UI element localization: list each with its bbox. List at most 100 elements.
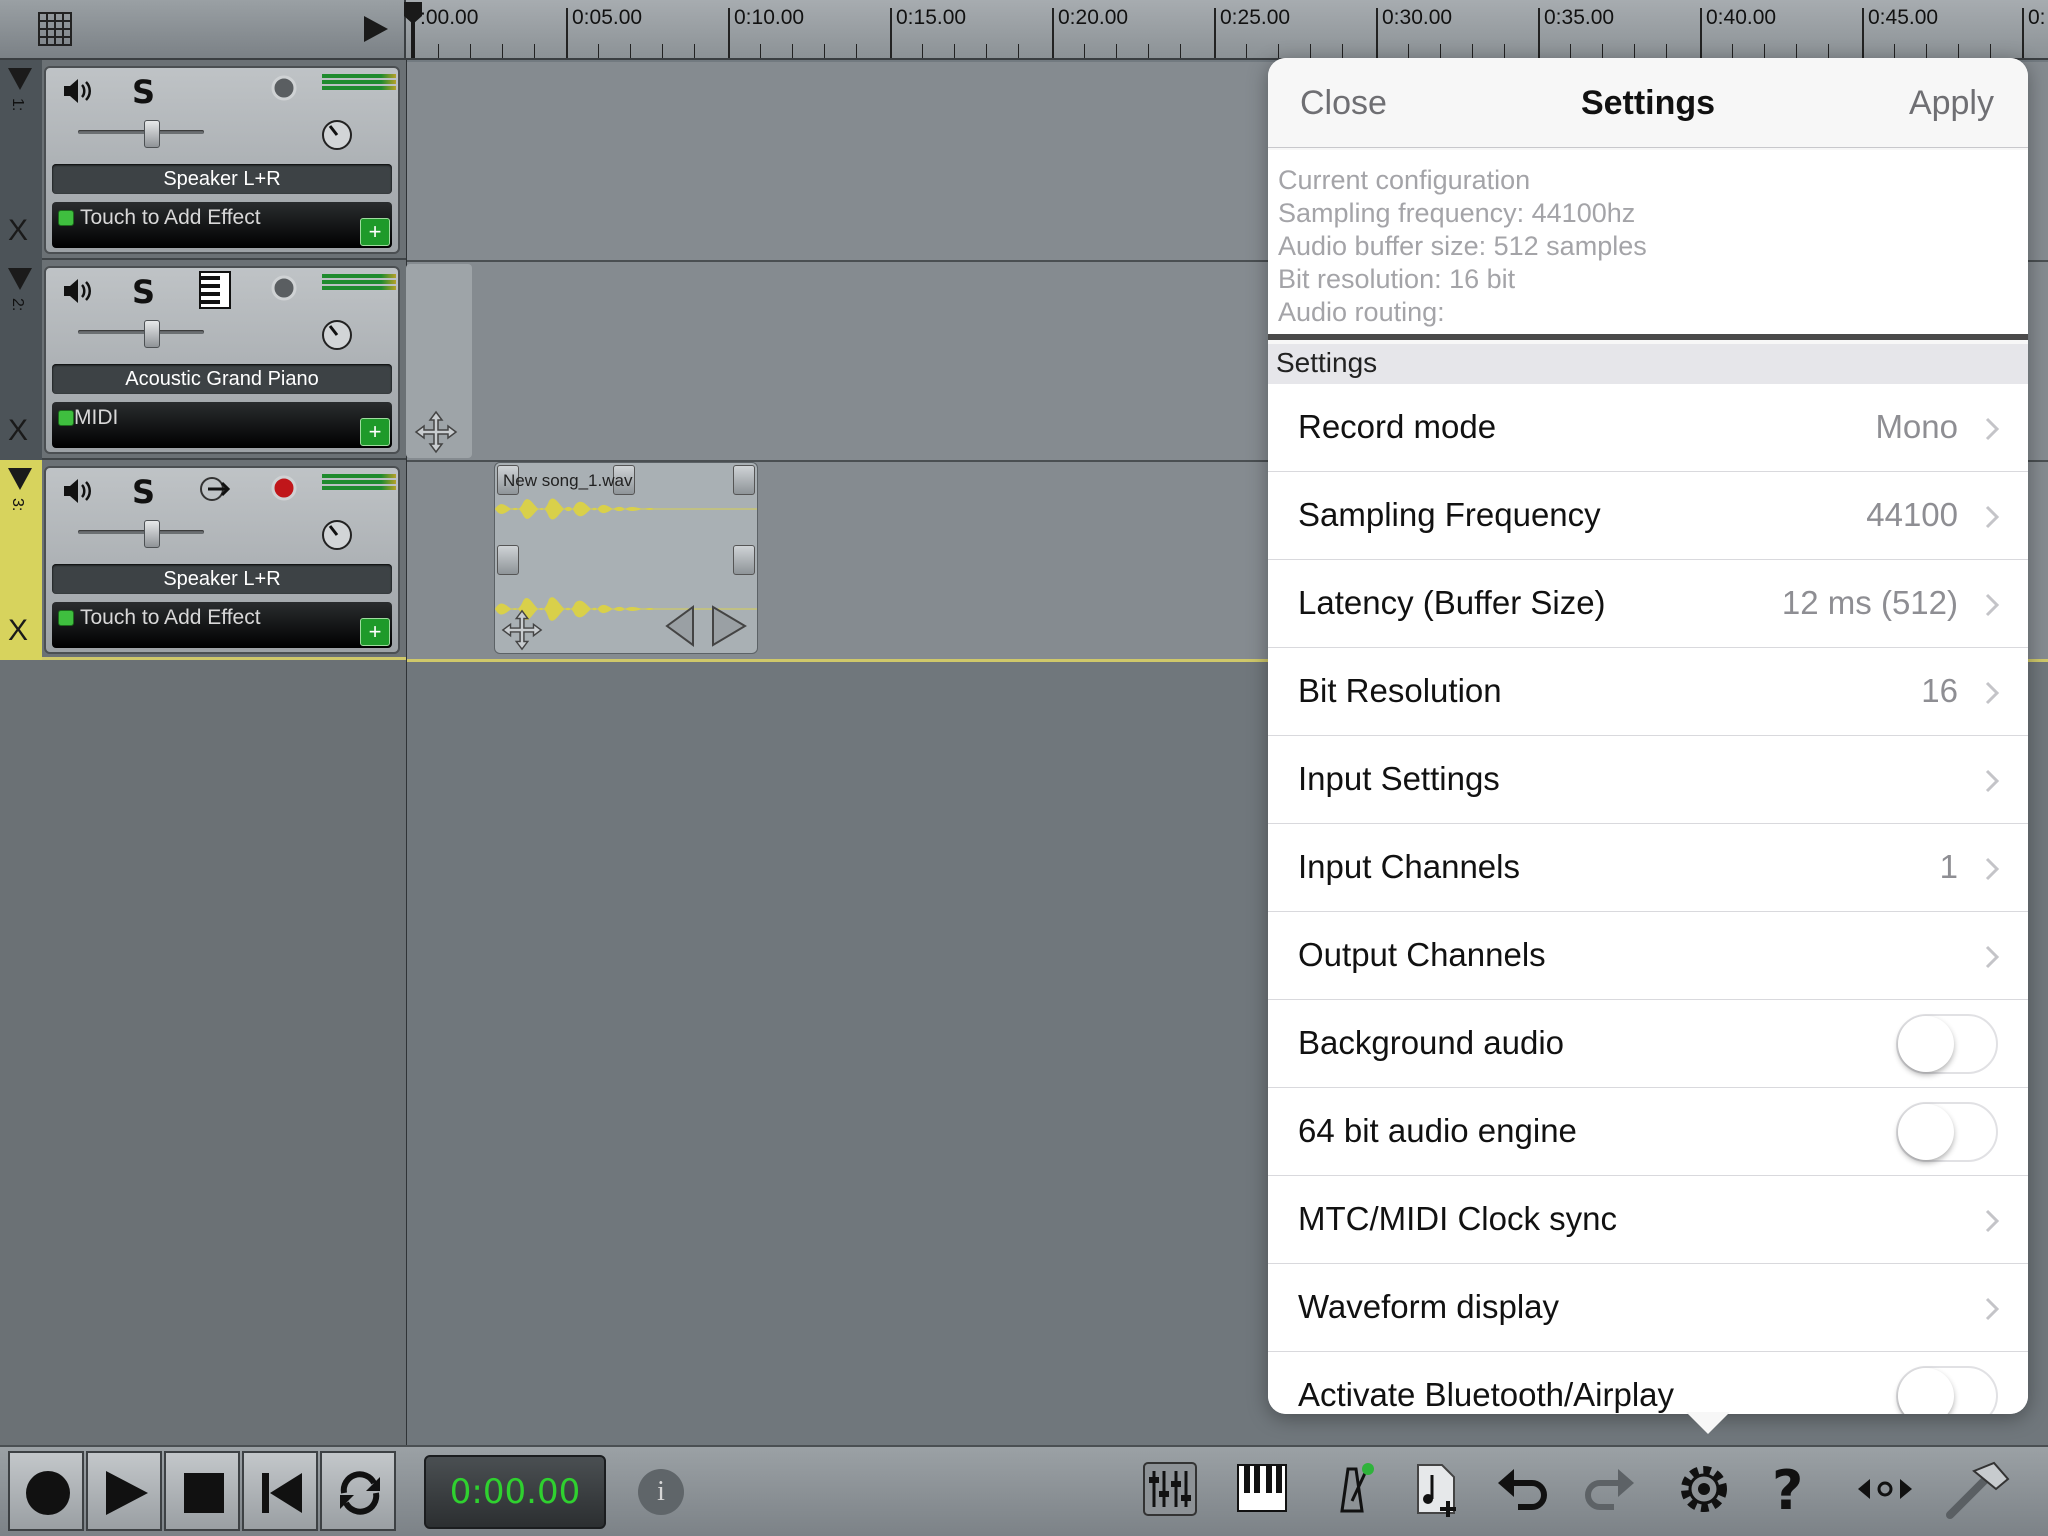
setting-row-record-mode[interactable]: Record mode Mono — [1268, 384, 2028, 472]
setting-value: 1 — [1939, 848, 1958, 885]
pan-knob-icon[interactable] — [320, 318, 354, 352]
solo-icon[interactable]: S — [130, 474, 158, 508]
undo-icon[interactable] — [1494, 1461, 1550, 1517]
solo-icon[interactable]: S — [130, 74, 158, 108]
solo-icon[interactable]: S — [130, 274, 158, 308]
setting-row-input-channels[interactable]: Input Channels 1 — [1268, 824, 2028, 912]
64-bit-engine-toggle[interactable] — [1896, 1102, 1998, 1162]
track-2[interactable]: 2: X S Acoustic Grand Piano MIDI + — [0, 260, 406, 460]
volume-fader-track[interactable] — [78, 530, 204, 534]
stop-button[interactable] — [164, 1451, 240, 1531]
track-strip[interactable]: 1: X — [0, 60, 42, 260]
track-1[interactable]: 1: X S Speaker L+R Touch to Add Effect + — [0, 60, 406, 260]
tick-label: 0:45.00 — [1868, 6, 1939, 29]
delete-track-button[interactable]: X — [8, 614, 28, 648]
effect-bar[interactable]: Touch to Add Effect + — [52, 202, 392, 248]
record-button[interactable] — [8, 1451, 84, 1531]
tick-label: 0:05.00 — [572, 6, 643, 29]
redo-icon[interactable] — [1582, 1461, 1638, 1517]
add-effect-button[interactable]: + — [360, 418, 390, 446]
background-audio-toggle[interactable] — [1896, 1014, 1998, 1074]
play-button[interactable] — [86, 1451, 162, 1531]
popover-header: Close Settings Apply — [1268, 58, 2028, 148]
tick-label: 0:15.00 — [896, 6, 967, 29]
speaker-icon[interactable] — [62, 276, 94, 306]
setting-row-output-channels[interactable]: Output Channels — [1268, 912, 2028, 1000]
delete-track-button[interactable]: X — [8, 214, 28, 248]
clip-handle[interactable] — [733, 545, 755, 575]
info-button[interactable]: i — [638, 1469, 684, 1515]
hammer-icon[interactable] — [1944, 1461, 2012, 1521]
close-button[interactable]: Close — [1300, 84, 1387, 123]
minor-tick — [1570, 44, 1571, 58]
track-panel: S Speaker L+R Touch to Add Effect + — [44, 466, 400, 654]
setting-row-sampling-frequency[interactable]: Sampling Frequency 44100 — [1268, 472, 2028, 560]
zoom-arrows-icon[interactable] — [1854, 1461, 1916, 1517]
add-effect-button[interactable]: + — [360, 618, 390, 646]
collapse-arrow-icon[interactable] — [8, 268, 32, 290]
gear-icon[interactable] — [1676, 1461, 1732, 1517]
record-arm-icon[interactable] — [270, 274, 298, 302]
track-strip[interactable]: 3: X — [0, 460, 42, 660]
effect-led[interactable] — [58, 210, 74, 226]
record-arm-icon[interactable] — [270, 74, 298, 102]
svg-text:S: S — [132, 74, 155, 108]
mixer-icon[interactable] — [1142, 1461, 1198, 1517]
effect-bar[interactable]: MIDI + — [52, 402, 392, 448]
setting-row-latency[interactable]: Latency (Buffer Size) 12 ms (512) — [1268, 560, 2028, 648]
setting-row-input-settings[interactable]: Input Settings — [1268, 736, 2028, 824]
track-instrument-name[interactable]: Acoustic Grand Piano — [52, 364, 392, 394]
play-arrow-icon[interactable] — [362, 14, 390, 44]
effect-led[interactable] — [58, 610, 74, 626]
record-arm-icon[interactable] — [270, 474, 298, 502]
track-output-name[interactable]: Speaker L+R — [52, 164, 392, 194]
volume-fader-track[interactable] — [78, 330, 204, 334]
track-3[interactable]: 3: X S Speaker L+R Touch to Add Effect + — [0, 460, 406, 660]
delete-track-button[interactable]: X — [8, 414, 28, 448]
track-number: 2: — [9, 298, 26, 312]
setting-row-mtc-midi-clock[interactable]: MTC/MIDI Clock sync — [1268, 1176, 2028, 1264]
add-audio-file-icon[interactable] — [1412, 1461, 1464, 1521]
rewind-left-icon[interactable] — [663, 605, 697, 647]
volume-fader-knob[interactable] — [144, 320, 160, 348]
audio-clip[interactable]: New song_1.wav — [494, 462, 758, 654]
clip-handle[interactable] — [497, 545, 519, 575]
input-monitor-icon[interactable] — [198, 474, 234, 504]
add-effect-button[interactable]: + — [360, 218, 390, 246]
help-icon[interactable]: ? — [1768, 1461, 1808, 1517]
piano-keys-icon[interactable] — [198, 270, 232, 310]
effect-led[interactable] — [58, 410, 74, 426]
loop-button[interactable] — [320, 1451, 396, 1531]
effect-bar[interactable]: Touch to Add Effect + — [52, 602, 392, 648]
speaker-icon[interactable] — [62, 476, 94, 506]
metronome-icon[interactable] — [1326, 1461, 1378, 1517]
collapse-arrow-icon[interactable] — [8, 68, 32, 90]
move-icon[interactable] — [412, 408, 460, 456]
volume-fader-knob[interactable] — [144, 520, 160, 548]
major-tick — [2022, 8, 2024, 58]
chevron-right-icon — [1985, 945, 2000, 969]
volume-fader-knob[interactable] — [144, 120, 160, 148]
track-output-name[interactable]: Speaker L+R — [52, 564, 392, 594]
playhead-marker[interactable] — [404, 2, 422, 58]
bluetooth-airplay-toggle[interactable] — [1896, 1366, 1998, 1414]
pan-knob-icon[interactable] — [320, 118, 354, 152]
track-strip[interactable]: 2: X — [0, 260, 42, 460]
clip-handle[interactable] — [733, 465, 755, 495]
setting-row-waveform-display[interactable]: Waveform display — [1268, 1264, 2028, 1352]
grid-icon[interactable] — [38, 12, 72, 46]
move-icon[interactable] — [499, 607, 545, 653]
time-display[interactable]: 0:00.00 — [424, 1455, 606, 1529]
play-right-icon[interactable] — [709, 605, 749, 647]
rewind-to-start-button[interactable] — [242, 1451, 318, 1531]
collapse-arrow-icon[interactable] — [8, 468, 32, 490]
setting-row-bit-resolution[interactable]: Bit Resolution 16 — [1268, 648, 2028, 736]
pan-knob-icon[interactable] — [320, 518, 354, 552]
timeline-ruler[interactable]: :00.00 0:05.00 0:10.00 0:15.00 0:20.00 0… — [406, 0, 2048, 60]
major-tick — [1538, 8, 1540, 58]
apply-button[interactable]: Apply — [1909, 84, 1994, 123]
speaker-icon[interactable] — [62, 76, 94, 106]
major-tick — [1700, 8, 1702, 58]
piano-keyboard-icon[interactable] — [1236, 1461, 1288, 1517]
volume-fader-track[interactable] — [78, 130, 204, 134]
